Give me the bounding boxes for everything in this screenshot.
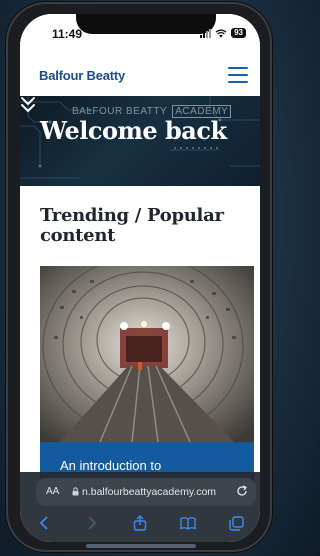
welcome-hero-banner: BALFOUR BEATTY ACADEMY Welcome back — [20, 96, 260, 186]
status-bar: 11:49 93 — [20, 14, 260, 54]
battery-indicator: 93 — [231, 28, 246, 38]
tunnel-photo — [40, 266, 254, 442]
phone-screen: 11:49 93 Balfour Beatty BALFOUR BEATTY A… — [20, 14, 260, 542]
home-indicator — [86, 544, 196, 548]
bookmarks-icon[interactable] — [173, 512, 203, 534]
share-icon[interactable] — [125, 512, 155, 534]
balfour-beatty-logo[interactable]: Balfour Beatty — [39, 68, 125, 83]
address-bar[interactable]: AA n.balfourbeattyacademy.com — [36, 478, 256, 506]
tabs-icon[interactable] — [221, 512, 251, 534]
site-header: Balfour Beatty — [20, 54, 260, 96]
url-text: n.balfourbeattyacademy.com — [82, 486, 217, 498]
forward-arrow-icon[interactable] — [77, 512, 107, 534]
menu-hamburger-icon[interactable] — [228, 67, 248, 83]
lock-icon — [72, 487, 79, 496]
status-time: 11:49 — [52, 27, 83, 41]
trending-section-heading: Trending / Popular content — [40, 205, 224, 246]
safari-nav-toolbar — [20, 510, 260, 536]
tunnel-content-card-image[interactable] — [40, 266, 254, 442]
back-arrow-icon[interactable] — [29, 512, 59, 534]
status-icons: 93 — [200, 28, 246, 38]
browser-toolbar: AA n.balfourbeattyacademy.com — [20, 472, 260, 542]
hero-title: Welcome back — [40, 116, 227, 145]
reload-icon[interactable] — [236, 485, 248, 497]
notch — [76, 14, 216, 34]
chevron-down-icon[interactable] — [20, 96, 36, 114]
card-title: An introduction to — [60, 458, 162, 473]
cellular-signal-icon — [200, 28, 212, 38]
reader-aa-button[interactable]: AA — [46, 486, 59, 497]
wifi-icon — [215, 29, 227, 37]
